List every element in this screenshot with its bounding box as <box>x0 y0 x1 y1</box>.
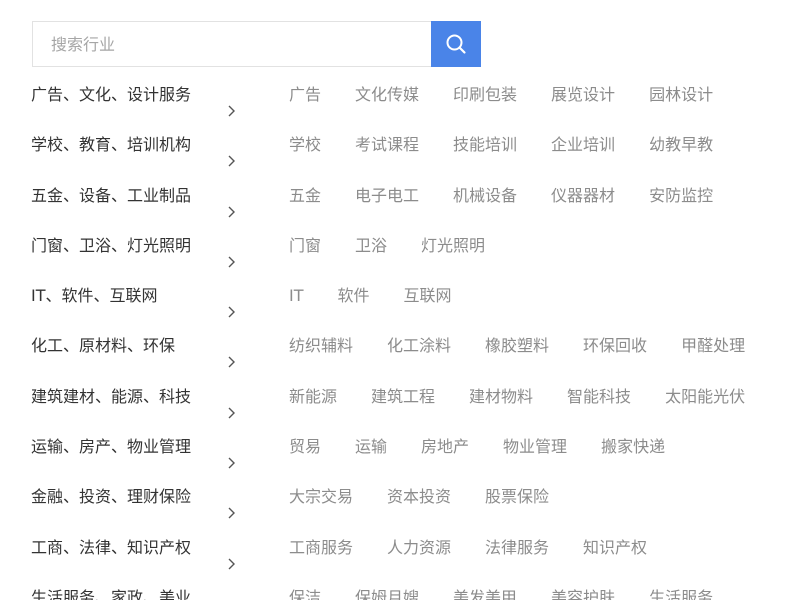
subcategory-link[interactable]: 广告 <box>289 70 321 120</box>
subcategory-link[interactable]: 大宗交易 <box>289 472 353 522</box>
chevron-right-icon[interactable] <box>224 289 238 318</box>
category-row: 门窗、卫浴、灯光照明 门窗 卫浴 灯光照明 <box>0 221 800 271</box>
subcategory-link[interactable]: 仪器器材 <box>551 171 615 221</box>
subcategory-link[interactable]: 卫浴 <box>355 221 387 271</box>
subcategory-link[interactable]: 学校 <box>289 120 321 170</box>
chevron-right-icon[interactable] <box>224 390 238 419</box>
subcategory-link[interactable]: 新能源 <box>289 372 337 422</box>
subcategory-link[interactable]: 文化传媒 <box>355 70 419 120</box>
chevron-right-icon[interactable] <box>224 189 238 218</box>
subcategory-list: IT 软件 互联网 <box>289 271 452 321</box>
subcategory-link[interactable]: 保洁 <box>289 573 321 600</box>
subcategory-list: 保洁 保姆月嫂 美发美甲 美容护肤 生活服务 <box>289 573 713 600</box>
chevron-right-icon[interactable] <box>224 239 238 268</box>
search-button[interactable] <box>431 21 481 67</box>
subcategory-list: 新能源 建筑工程 建材物料 智能科技 太阳能光伏 <box>289 372 745 422</box>
subcategory-list: 大宗交易 资本投资 股票保险 <box>289 472 549 522</box>
subcategory-link[interactable]: IT <box>289 271 304 321</box>
subcategory-link[interactable]: 软件 <box>338 271 370 321</box>
subcategory-link[interactable]: 工商服务 <box>289 523 353 573</box>
subcategory-link[interactable]: 运输 <box>355 422 387 472</box>
category-row: IT、软件、互联网 IT 软件 互联网 <box>0 271 800 321</box>
subcategory-link[interactable]: 五金 <box>289 171 321 221</box>
subcategory-link[interactable]: 甲醛处理 <box>681 321 745 371</box>
subcategory-link[interactable]: 美容护肤 <box>551 573 615 600</box>
chevron-right-icon[interactable] <box>224 339 238 368</box>
chevron-right-icon[interactable] <box>224 541 238 570</box>
subcategory-link[interactable]: 展览设计 <box>551 70 615 120</box>
subcategory-link[interactable]: 贸易 <box>289 422 321 472</box>
subcategory-link[interactable]: 法律服务 <box>485 523 549 573</box>
chevron-right-icon[interactable] <box>224 138 238 167</box>
subcategory-list: 学校 考试课程 技能培训 企业培训 幼教早教 <box>289 120 713 170</box>
subcategory-link[interactable]: 纺织辅料 <box>289 321 353 371</box>
subcategory-link[interactable]: 知识产权 <box>583 523 647 573</box>
search-input[interactable] <box>32 21 431 67</box>
subcategory-link[interactable]: 互联网 <box>404 271 452 321</box>
chevron-right-icon[interactable] <box>224 591 238 600</box>
chevron-right-icon[interactable] <box>224 490 238 519</box>
category-label[interactable]: 工商、法律、知识产权 <box>31 523 191 573</box>
subcategory-link[interactable]: 建材物料 <box>469 372 533 422</box>
subcategory-list: 五金 电子电工 机械设备 仪器器材 安防监控 <box>289 171 713 221</box>
subcategory-link[interactable]: 太阳能光伏 <box>665 372 745 422</box>
category-label[interactable]: 建筑建材、能源、科技 <box>31 372 191 422</box>
category-row: 化工、原材料、环保 纺织辅料 化工涂料 橡胶塑料 环保回收 甲醛处理 <box>0 321 800 371</box>
subcategory-link[interactable]: 安防监控 <box>649 171 713 221</box>
subcategory-list: 贸易 运输 房地产 物业管理 搬家快递 <box>289 422 665 472</box>
category-row: 五金、设备、工业制品 五金 电子电工 机械设备 仪器器材 安防监控 <box>0 171 800 221</box>
category-label[interactable]: 五金、设备、工业制品 <box>31 171 191 221</box>
subcategory-list: 门窗 卫浴 灯光照明 <box>289 221 485 271</box>
subcategory-link[interactable]: 生活服务 <box>649 573 713 600</box>
subcategory-link[interactable]: 考试课程 <box>355 120 419 170</box>
subcategory-link[interactable]: 印刷包装 <box>453 70 517 120</box>
category-label[interactable]: 门窗、卫浴、灯光照明 <box>31 221 191 271</box>
chevron-right-icon[interactable] <box>224 440 238 469</box>
subcategory-link[interactable]: 美发美甲 <box>453 573 517 600</box>
subcategory-link[interactable]: 保姆月嫂 <box>355 573 419 600</box>
subcategory-link[interactable]: 建筑工程 <box>371 372 435 422</box>
subcategory-list: 广告 文化传媒 印刷包装 展览设计 园林设计 <box>289 70 713 120</box>
category-row: 生活服务、家政、美业 保洁 保姆月嫂 美发美甲 美容护肤 生活服务 <box>0 573 800 600</box>
subcategory-link[interactable]: 资本投资 <box>387 472 451 522</box>
subcategory-link[interactable]: 企业培训 <box>551 120 615 170</box>
category-row: 建筑建材、能源、科技 新能源 建筑工程 建材物料 智能科技 太阳能光伏 <box>0 372 800 422</box>
subcategory-list: 工商服务 人力资源 法律服务 知识产权 <box>289 523 647 573</box>
search-icon <box>446 34 466 54</box>
subcategory-link[interactable]: 门窗 <box>289 221 321 271</box>
subcategory-link[interactable]: 化工涂料 <box>387 321 451 371</box>
category-label[interactable]: 金融、投资、理财保险 <box>31 472 191 522</box>
subcategory-link[interactable]: 灯光照明 <box>421 221 485 271</box>
category-label[interactable]: 生活服务、家政、美业 <box>31 573 191 600</box>
search-bar <box>32 21 481 67</box>
category-list: 广告、文化、设计服务 广告 文化传媒 印刷包装 展览设计 园林设计 学校、教育、培训机构 学校… <box>0 70 800 600</box>
category-row: 金融、投资、理财保险 大宗交易 资本投资 股票保险 <box>0 472 800 522</box>
industry-selector-page: 广告、文化、设计服务广告文化传媒印刷包装展览设计园林设计学校、教育、培训机构学校… <box>0 0 800 600</box>
subcategory-link[interactable]: 环保回收 <box>583 321 647 371</box>
subcategory-link[interactable]: 橡胶塑料 <box>485 321 549 371</box>
category-row: 工商、法律、知识产权 工商服务 人力资源 法律服务 知识产权 <box>0 523 800 573</box>
subcategory-link[interactable]: 园林设计 <box>649 70 713 120</box>
subcategory-link[interactable]: 技能培训 <box>453 120 517 170</box>
subcategory-link[interactable]: 人力资源 <box>387 523 451 573</box>
category-row: 运输、房产、物业管理 贸易 运输 房地产 物业管理 搬家快递 <box>0 422 800 472</box>
subcategory-list: 纺织辅料 化工涂料 橡胶塑料 环保回收 甲醛处理 <box>289 321 745 371</box>
category-label[interactable]: 学校、教育、培训机构 <box>31 120 191 170</box>
category-label[interactable]: 广告、文化、设计服务 <box>31 70 191 120</box>
subcategory-link[interactable]: 幼教早教 <box>649 120 713 170</box>
subcategory-link[interactable]: 股票保险 <box>485 472 549 522</box>
subcategory-link[interactable]: 智能科技 <box>567 372 631 422</box>
subcategory-link[interactable]: 机械设备 <box>453 171 517 221</box>
category-row: 广告、文化、设计服务 广告 文化传媒 印刷包装 展览设计 园林设计 <box>0 70 800 120</box>
subcategory-link[interactable]: 电子电工 <box>355 171 419 221</box>
category-label[interactable]: 化工、原材料、环保 <box>31 321 175 371</box>
category-row: 学校、教育、培训机构 学校 考试课程 技能培训 企业培训 幼教早教 <box>0 120 800 170</box>
subcategory-link[interactable]: 物业管理 <box>503 422 567 472</box>
subcategory-link[interactable]: 搬家快递 <box>601 422 665 472</box>
subcategory-link[interactable]: 房地产 <box>421 422 469 472</box>
category-label[interactable]: 运输、房产、物业管理 <box>31 422 191 472</box>
category-label[interactable]: IT、软件、互联网 <box>31 271 158 321</box>
chevron-right-icon[interactable] <box>224 88 238 117</box>
